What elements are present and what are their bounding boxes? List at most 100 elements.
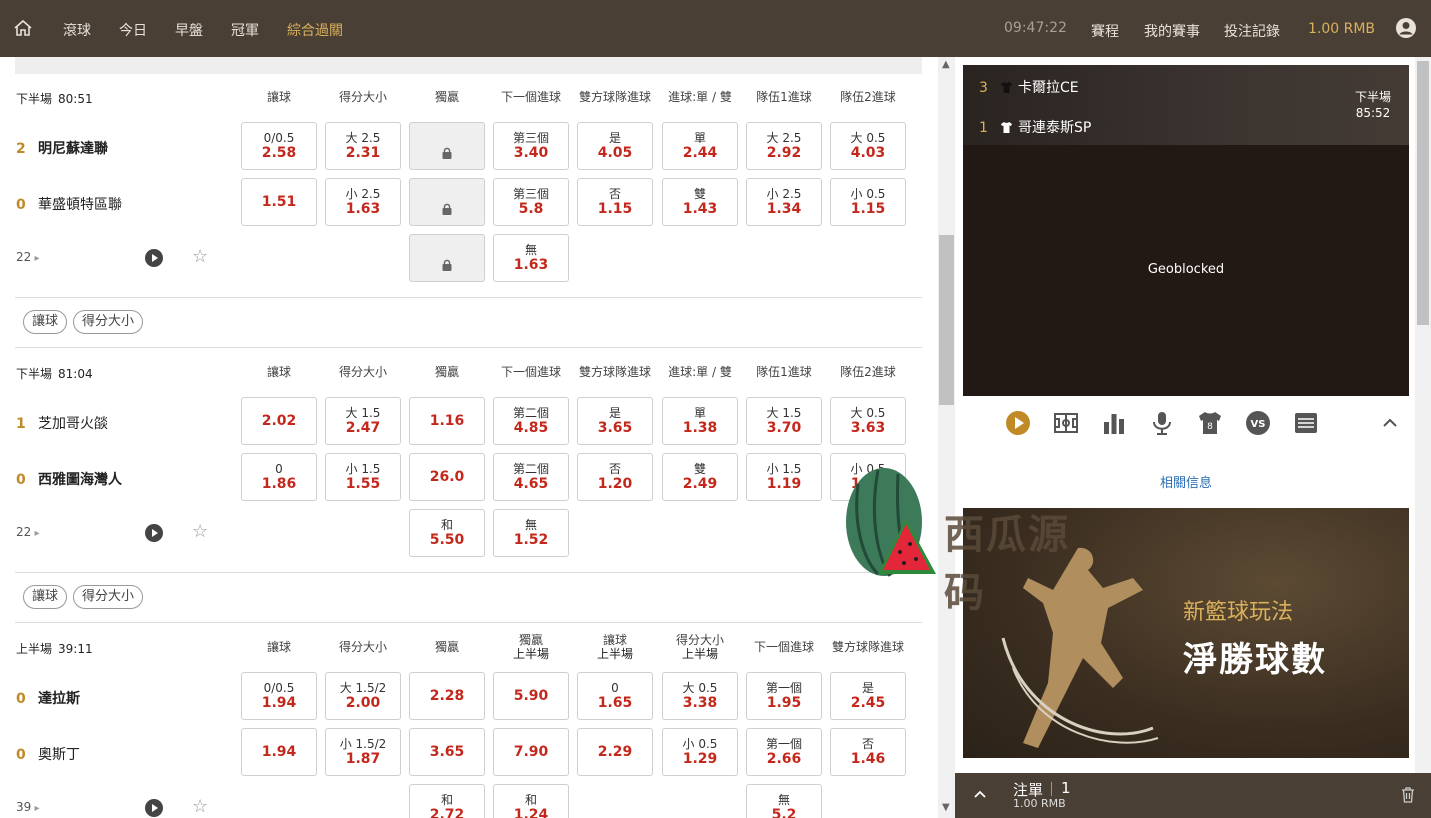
favorite-star-icon[interactable]: ☆ [192, 521, 208, 542]
market-tag[interactable]: 讓球 [23, 310, 68, 334]
play-video-icon[interactable] [1005, 410, 1031, 436]
odds-button[interactable]: 5.90 [493, 672, 569, 720]
column-header-label: 雙方球隊進球 [578, 90, 651, 104]
odds-button[interactable]: 和 1.24 [493, 784, 569, 818]
odds-button[interactable]: 1.94 [241, 728, 317, 776]
side-panel-scrollbar[interactable] [1415, 57, 1431, 773]
odds-button[interactable]: 大 2.5 2.92 [746, 122, 822, 170]
odds-button[interactable]: 1.16 [409, 397, 485, 445]
odds-button[interactable]: 0/0.5 2.58 [241, 122, 317, 170]
odds-button[interactable]: 雙 1.43 [662, 178, 738, 226]
odds-line: 小 0.5 [682, 737, 718, 751]
odds-button[interactable]: 小 0.5 1.29 [662, 728, 738, 776]
odds-button[interactable]: 第二個 4.65 [493, 453, 569, 501]
odds-button[interactable]: 第三個 3.40 [493, 122, 569, 170]
odds-button[interactable]: 第一個 2.66 [746, 728, 822, 776]
odds-button[interactable]: 0 1.86 [241, 453, 317, 501]
market-tag[interactable]: 得分大小 [73, 310, 144, 334]
schedule-link[interactable]: 賽程 [1091, 21, 1119, 41]
odds-button[interactable]: 否 1.20 [577, 453, 653, 501]
team-name[interactable]: 芝加哥火燄 [38, 416, 108, 432]
odds-button[interactable]: 大 2.5 2.31 [325, 122, 401, 170]
user-icon[interactable] [1395, 17, 1417, 39]
odds-button[interactable]: 3.65 [409, 728, 485, 776]
odds-button[interactable]: 大 1.5 3.70 [746, 397, 822, 445]
odds-button[interactable]: 是 4.05 [577, 122, 653, 170]
scroll-up-icon[interactable]: ▲ [942, 59, 950, 70]
odds-button[interactable]: 2.29 [577, 728, 653, 776]
stats-icon[interactable] [1101, 410, 1127, 436]
odds-button[interactable]: 第二個 4.85 [493, 397, 569, 445]
odds-button[interactable]: 和 2.72 [409, 784, 485, 818]
odds-button[interactable]: 大 1.5 2.47 [325, 397, 401, 445]
head-to-head-icon[interactable]: VS [1245, 410, 1271, 436]
odds-button[interactable]: 2.02 [241, 397, 317, 445]
scroll-thumb[interactable] [939, 235, 954, 405]
match-list-scrollbar[interactable]: ▲ ▼ [938, 57, 955, 818]
trash-icon[interactable] [1401, 787, 1415, 803]
team-name[interactable]: 達拉斯 [38, 691, 80, 707]
odds-button[interactable]: 小 1.5/2 1.87 [325, 728, 401, 776]
odds-button[interactable]: 1.51 [241, 178, 317, 226]
odds-button[interactable]: 單 1.38 [662, 397, 738, 445]
odds-button[interactable]: 大 0.5 3.63 [830, 397, 906, 445]
nav-outright[interactable]: 冠軍 [231, 20, 259, 40]
odds-button[interactable]: 雙 2.49 [662, 453, 738, 501]
collapse-chevron-icon[interactable] [1377, 410, 1403, 436]
pitch-icon[interactable] [1053, 410, 1079, 436]
nav-early[interactable]: 早盤 [175, 20, 203, 40]
odds-button[interactable]: 否 1.15 [577, 178, 653, 226]
odds-button[interactable]: 26.0 [409, 453, 485, 501]
odds-button[interactable]: 大 0.5 3.38 [662, 672, 738, 720]
scoreboard-icon[interactable] [1293, 410, 1319, 436]
odds-button[interactable]: 無 5.2 [746, 784, 822, 818]
odds-button[interactable]: 2.28 [409, 672, 485, 720]
more-markets[interactable]: 22 ▸ [16, 250, 39, 264]
play-icon[interactable] [145, 249, 163, 267]
odds-button[interactable]: 小 1.5 1.55 [325, 453, 401, 501]
home-icon[interactable] [13, 19, 33, 37]
team-name[interactable]: 華盛頓特區聯 [38, 197, 122, 213]
more-markets[interactable]: 39 ▸ [16, 800, 39, 814]
expand-chevron-icon[interactable] [973, 787, 987, 801]
odds-button[interactable]: 無 1.63 [493, 234, 569, 282]
odds-button[interactable]: 0 1.65 [577, 672, 653, 720]
odds-button[interactable]: 小 2.5 1.63 [325, 178, 401, 226]
odds-button[interactable]: 無 1.52 [493, 509, 569, 557]
odds-button[interactable]: 大 0.5 4.03 [830, 122, 906, 170]
favorite-star-icon[interactable]: ☆ [192, 796, 208, 817]
odds-button[interactable]: 大 1.5/2 2.00 [325, 672, 401, 720]
odds-button[interactable]: 第一個 1.95 [746, 672, 822, 720]
odds-button[interactable]: 和 5.50 [409, 509, 485, 557]
lineup-icon[interactable]: 8 [1197, 410, 1223, 436]
odds-button[interactable]: 是 3.65 [577, 397, 653, 445]
odds-button[interactable]: 小 2.5 1.34 [746, 178, 822, 226]
commentary-icon[interactable] [1149, 410, 1175, 436]
nav-today[interactable]: 今日 [119, 20, 147, 40]
odds-button[interactable]: 0/0.5 1.94 [241, 672, 317, 720]
nav-parlay[interactable]: 綜合過關 [287, 20, 343, 40]
team-name[interactable]: 西雅圖海灣人 [38, 472, 122, 488]
play-icon[interactable] [145, 799, 163, 817]
odds-button[interactable]: 否 1.46 [830, 728, 906, 776]
my-events-link[interactable]: 我的賽事 [1144, 21, 1200, 41]
odds-button[interactable]: 小 0.5 1.15 [830, 178, 906, 226]
market-tag[interactable]: 讓球 [23, 585, 68, 609]
nav-inplay[interactable]: 滾球 [63, 20, 91, 40]
favorite-star-icon[interactable]: ☆ [192, 246, 208, 267]
scroll-down-icon[interactable]: ▼ [942, 802, 950, 813]
market-tag[interactable]: 得分大小 [73, 585, 144, 609]
bet-history-link[interactable]: 投注記錄 [1224, 21, 1280, 41]
odds-button[interactable]: 單 2.44 [662, 122, 738, 170]
bet-slip[interactable]: 注單 1 1.00 RMB [955, 773, 1431, 818]
scroll-thumb[interactable] [1417, 61, 1429, 325]
team-name[interactable]: 明尼蘇達聯 [38, 141, 108, 157]
odds-button[interactable]: 第三個 5.8 [493, 178, 569, 226]
odds-button[interactable]: 小 1.5 1.19 [746, 453, 822, 501]
odds-button[interactable]: 7.90 [493, 728, 569, 776]
odds-button[interactable]: 是 2.45 [830, 672, 906, 720]
odds-value: 7.90 [513, 744, 549, 760]
more-markets[interactable]: 22 ▸ [16, 525, 39, 539]
play-icon[interactable] [145, 524, 163, 542]
team-name[interactable]: 奧斯丁 [38, 747, 80, 763]
